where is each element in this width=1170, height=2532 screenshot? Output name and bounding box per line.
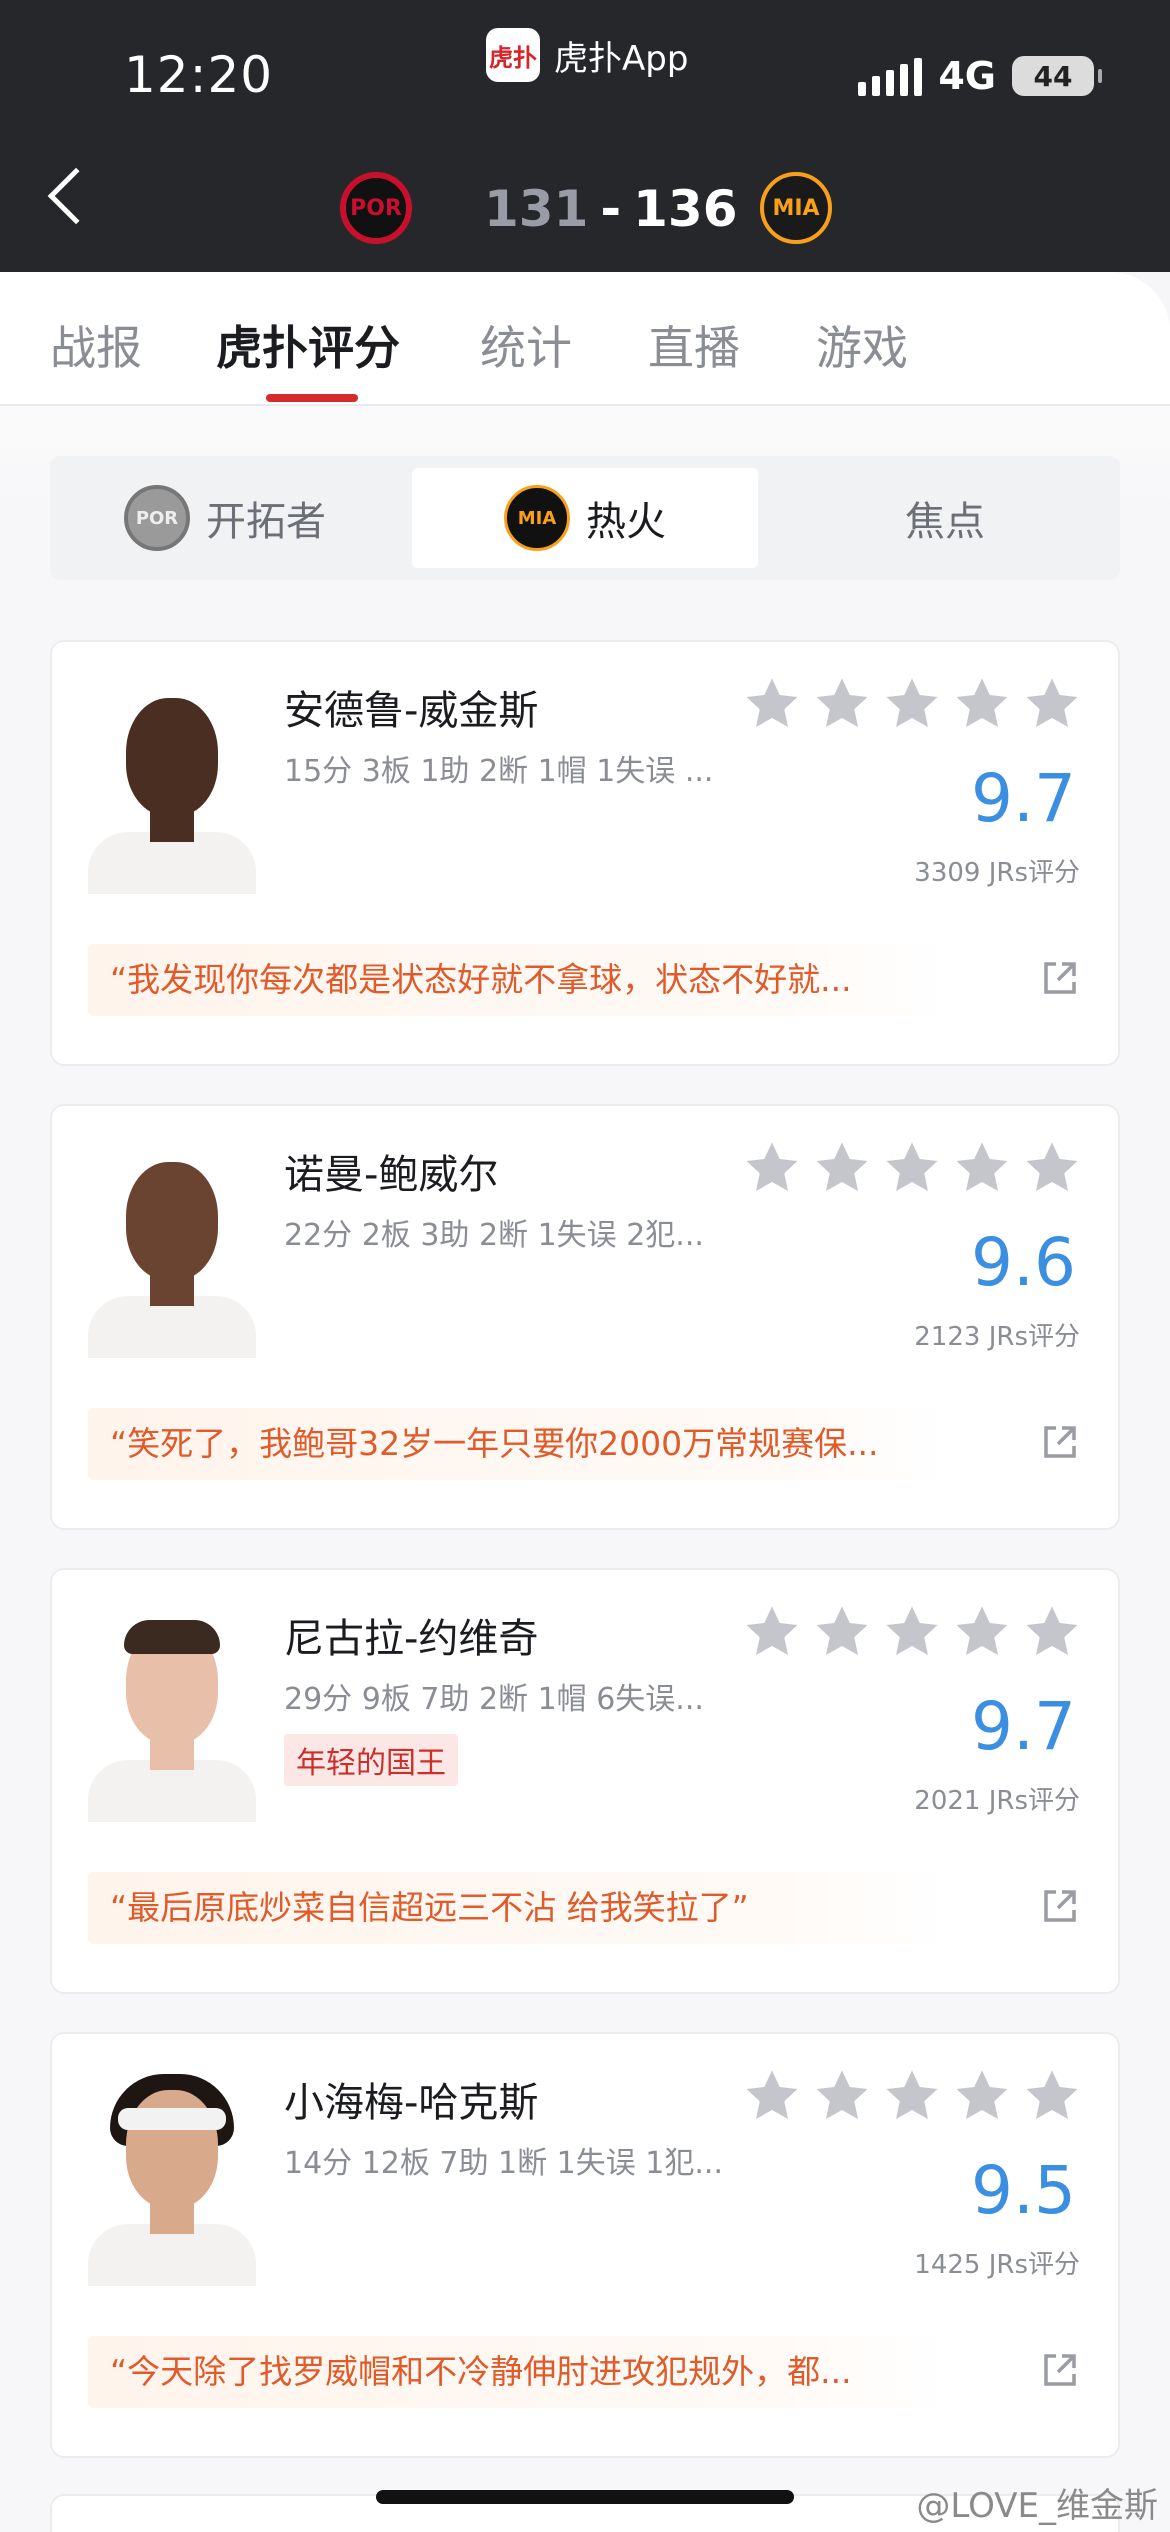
top-comment[interactable]: “笑死了，我鲍哥32岁一年只要你2000万常规赛保... [88, 1408, 948, 1480]
player-stats: 15分 3板 1助 2断 1帽 1失误 ... [284, 754, 714, 789]
player-rating: 9.7 [971, 1688, 1076, 1765]
segment-label: 开拓者 [206, 499, 326, 545]
player-card[interactable]: 安德鲁-威金斯 15分 3板 1助 2断 1帽 1失误 ... 9.7 3309 JR… [50, 640, 1120, 1066]
player-stats: 22分 2板 3助 2断 1失误 2犯... [284, 1218, 704, 1253]
player-card[interactable]: 小海梅-哈克斯 14分 12板 7助 1断 1失误 1犯... 9.5 1425 JR… [50, 2032, 1120, 2458]
rating-stars[interactable] [742, 1138, 1082, 1200]
active-tab-indicator [266, 394, 358, 402]
away-score: 131 [484, 180, 589, 238]
tab-report[interactable]: 战报 [50, 312, 142, 378]
rating-stars[interactable] [742, 1602, 1082, 1664]
rating-star-icon[interactable] [812, 674, 872, 734]
blazers-logo-icon: POR [124, 485, 190, 551]
rating-star-icon[interactable] [1022, 674, 1082, 734]
player-stats: 29分 9板 7助 2断 1帽 6失误... [284, 1682, 704, 1717]
back-chevron-icon[interactable] [47, 167, 105, 225]
player-avatar [88, 1610, 256, 1822]
rating-star-icon[interactable] [742, 1602, 802, 1662]
rating-star-icon[interactable] [742, 1138, 802, 1198]
rating-count: 3309 JRs评分 [914, 858, 1080, 888]
top-comment[interactable]: “我发现你每次都是状态好就不拿球，状态不好就... [88, 944, 948, 1016]
team-segment-control: POR 开拓者 MIA 热火 焦点 [50, 456, 1120, 580]
game-score: 131 - 136 [484, 180, 738, 238]
player-avatar [88, 2074, 256, 2286]
player-avatar [88, 682, 256, 894]
network-type: 4G [938, 54, 996, 98]
player-rating: 9.5 [971, 2152, 1076, 2229]
segment-label: 热火 [586, 499, 666, 545]
rating-star-icon[interactable] [812, 1602, 872, 1662]
rating-star-icon[interactable] [1022, 1138, 1082, 1198]
segment-focus[interactable]: 焦点 [770, 468, 1120, 568]
rating-star-icon[interactable] [952, 1602, 1012, 1662]
player-name: 安德鲁-威金斯 [284, 688, 539, 734]
segment-heat[interactable]: MIA 热火 [412, 468, 758, 568]
player-card[interactable]: 诺曼-鲍威尔 22分 2板 3助 2断 1失误 2犯... 9.6 2123 JRs评… [50, 1104, 1120, 1530]
rating-star-icon[interactable] [882, 2066, 942, 2126]
tab-live[interactable]: 直播 [648, 312, 740, 378]
player-rating: 9.6 [971, 1224, 1076, 1301]
hupu-logo-icon: 虎扑 [486, 28, 540, 82]
app-name: 虎扑App [554, 38, 689, 79]
top-bar: 12:20 虎扑 虎扑App 4G 44 POR 131 - 136 MIA [0, 0, 1170, 272]
segment-blazers[interactable]: POR 开拓者 [50, 468, 400, 568]
home-score: 136 [633, 180, 738, 238]
rating-stars[interactable] [742, 674, 1082, 736]
rating-star-icon[interactable] [952, 1138, 1012, 1198]
status-time: 12:20 [124, 46, 274, 104]
rating-star-icon[interactable] [812, 1138, 872, 1198]
rating-star-icon[interactable] [1022, 1602, 1082, 1662]
tab-stats[interactable]: 统计 [480, 312, 572, 378]
player-name: 小海梅-哈克斯 [284, 2080, 539, 2126]
tab-games[interactable]: 游戏 [816, 312, 908, 378]
rating-star-icon[interactable] [882, 674, 942, 734]
rating-count: 2123 JRs评分 [914, 1322, 1080, 1352]
tab-hupu-rating[interactable]: 虎扑评分 [216, 312, 400, 378]
battery-icon: 44 [1012, 56, 1102, 96]
rating-star-icon[interactable] [882, 1138, 942, 1198]
player-rating: 9.7 [971, 760, 1076, 837]
away-team-logo[interactable]: POR [340, 172, 412, 244]
rating-star-icon[interactable] [952, 2066, 1012, 2126]
heat-logo-icon: MIA [504, 485, 570, 551]
top-comment[interactable]: “今天除了找罗威帽和不冷静伸肘进攻犯规外，都... [88, 2336, 948, 2408]
segment-label: 焦点 [905, 499, 985, 545]
share-icon[interactable] [1040, 1886, 1080, 1926]
rating-star-icon[interactable] [742, 674, 802, 734]
rating-count: 1425 JRs评分 [914, 2250, 1080, 2280]
score-separator: - [600, 180, 622, 238]
status-icons: 4G 44 [858, 54, 1102, 98]
rating-stars[interactable] [742, 2066, 1082, 2128]
player-stats: 14分 12板 7助 1断 1失误 1犯... [284, 2146, 723, 2181]
player-name: 尼古拉-约维奇 [284, 1616, 539, 1662]
home-indicator[interactable] [376, 2490, 794, 2504]
home-team-logo[interactable]: MIA [760, 172, 832, 244]
player-card[interactable]: 尼古拉-约维奇 29分 9板 7助 2断 1帽 6失误... 年轻的国王 9.7 202… [50, 1568, 1120, 1994]
top-comment[interactable]: “最后原底炒菜自信超远三不沾 给我笑拉了” [88, 1872, 948, 1944]
signal-icon [858, 56, 923, 96]
share-icon[interactable] [1040, 2350, 1080, 2390]
rating-star-icon[interactable] [952, 674, 1012, 734]
share-icon[interactable] [1040, 1422, 1080, 1462]
player-name: 诺曼-鲍威尔 [284, 1152, 499, 1198]
player-badge: 年轻的国王 [284, 1734, 458, 1786]
rating-star-icon[interactable] [742, 2066, 802, 2126]
rating-count: 2021 JRs评分 [914, 1786, 1080, 1816]
rating-star-icon[interactable] [882, 1602, 942, 1662]
rating-star-icon[interactable] [1022, 2066, 1082, 2126]
share-icon[interactable] [1040, 958, 1080, 998]
player-avatar [88, 1146, 256, 1358]
weibo-watermark: @LOVE_维金斯 [916, 2486, 1158, 2526]
app-indicator[interactable]: 虎扑 虎扑App [486, 28, 688, 82]
rating-star-icon[interactable] [812, 2066, 872, 2126]
tab-bar: 战报 虎扑评分 统计 直播 游戏 [0, 272, 1170, 406]
